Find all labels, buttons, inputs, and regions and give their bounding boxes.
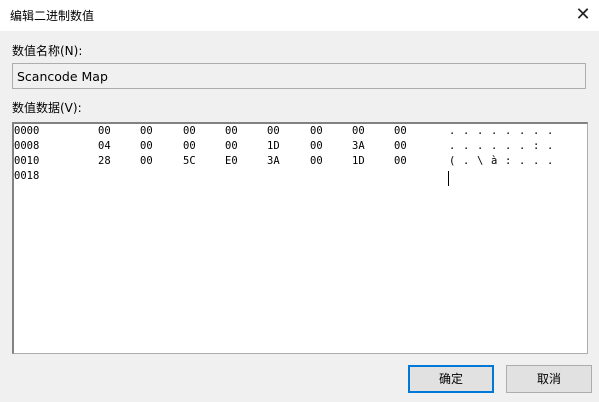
hex-row: 0008 04 00 00 00 1D 00 3A 00......:. bbox=[14, 140, 587, 155]
row-offset: 0008 bbox=[14, 140, 40, 152]
hex-byte: 00 bbox=[140, 155, 153, 167]
dialog-title: 编辑二进制数值 bbox=[10, 9, 95, 23]
ok-button[interactable]: 确定 bbox=[408, 365, 494, 393]
row-offset: 0000 bbox=[14, 125, 40, 137]
ascii-char: . bbox=[449, 140, 456, 152]
hex-byte: 5C bbox=[183, 155, 196, 167]
hex-byte: 00 bbox=[394, 125, 407, 137]
hex-row: 0010 28 00 5C E0 3A 00 1D 00 (. \ à:... bbox=[14, 155, 587, 170]
hex-byte: 3A bbox=[352, 140, 365, 152]
ascii-char: . bbox=[519, 140, 526, 152]
close-icon[interactable]: ✕ bbox=[568, 2, 598, 28]
hex-editor[interactable]: 0000 00 00 00 00 00 00 00 00........ 0008 04 00 00 00… bbox=[12, 122, 588, 354]
ascii-char: . bbox=[477, 125, 484, 137]
hex-byte: 00 bbox=[225, 140, 238, 152]
hex-row: 0018 bbox=[14, 170, 587, 185]
ascii-char: à bbox=[491, 155, 498, 167]
ascii-char: . bbox=[519, 155, 526, 167]
ascii-char: . bbox=[547, 140, 554, 152]
hex-byte: 04 bbox=[98, 140, 111, 152]
value-name-label: 数值名称(N): bbox=[12, 44, 83, 58]
hex-byte: 1D bbox=[267, 140, 280, 152]
hex-byte: 00 bbox=[183, 125, 196, 137]
hex-byte: 28 bbox=[98, 155, 111, 167]
hex-row: 0000 00 00 00 00 00 00 00 00........ bbox=[14, 125, 587, 140]
ascii-char: . bbox=[533, 155, 540, 167]
ascii-char: : bbox=[533, 140, 540, 152]
ascii-char: . bbox=[463, 125, 470, 137]
hex-byte: 00 bbox=[352, 125, 365, 137]
row-offset: 0010 bbox=[14, 155, 40, 167]
hex-byte: E0 bbox=[225, 155, 238, 167]
ascii-char: . bbox=[505, 125, 512, 137]
hex-byte: 00 bbox=[310, 125, 323, 137]
ascii-char: . bbox=[491, 140, 498, 152]
hex-byte: 3A bbox=[267, 155, 280, 167]
ascii-char: . bbox=[449, 125, 456, 137]
ascii-char: ( bbox=[449, 155, 456, 167]
hex-byte: 00 bbox=[140, 140, 153, 152]
ascii-char: . bbox=[533, 125, 540, 137]
row-offset: 0018 bbox=[14, 170, 40, 182]
hex-byte: 00 bbox=[394, 155, 407, 167]
ascii-char: . bbox=[477, 140, 484, 152]
ascii-char: . bbox=[519, 125, 526, 137]
hex-byte: 00 bbox=[225, 125, 238, 137]
ascii-char: . bbox=[463, 140, 470, 152]
ascii-char: \ bbox=[477, 155, 484, 167]
ascii-char: . bbox=[547, 125, 554, 137]
hex-byte: 00 bbox=[310, 155, 323, 167]
value-data-label: 数值数据(V): bbox=[12, 101, 82, 115]
ascii-char: . bbox=[491, 125, 498, 137]
hex-byte: 1D bbox=[352, 155, 365, 167]
hex-byte: 00 bbox=[394, 140, 407, 152]
value-name-field[interactable]: Scancode Map bbox=[12, 63, 586, 89]
hex-byte: 00 bbox=[267, 125, 280, 137]
ascii-char: . bbox=[463, 155, 470, 167]
hex-byte: 00 bbox=[310, 140, 323, 152]
hex-byte: 00 bbox=[140, 125, 153, 137]
ascii-char: . bbox=[505, 140, 512, 152]
cancel-button[interactable]: 取消 bbox=[506, 365, 592, 393]
ascii-char: . bbox=[547, 155, 554, 167]
hex-byte: 00 bbox=[183, 140, 196, 152]
ascii-char: : bbox=[505, 155, 512, 167]
hex-byte: 00 bbox=[98, 125, 111, 137]
value-name-text: Scancode Map bbox=[17, 69, 108, 84]
title-bar: 编辑二进制数值 ✕ bbox=[0, 0, 599, 31]
